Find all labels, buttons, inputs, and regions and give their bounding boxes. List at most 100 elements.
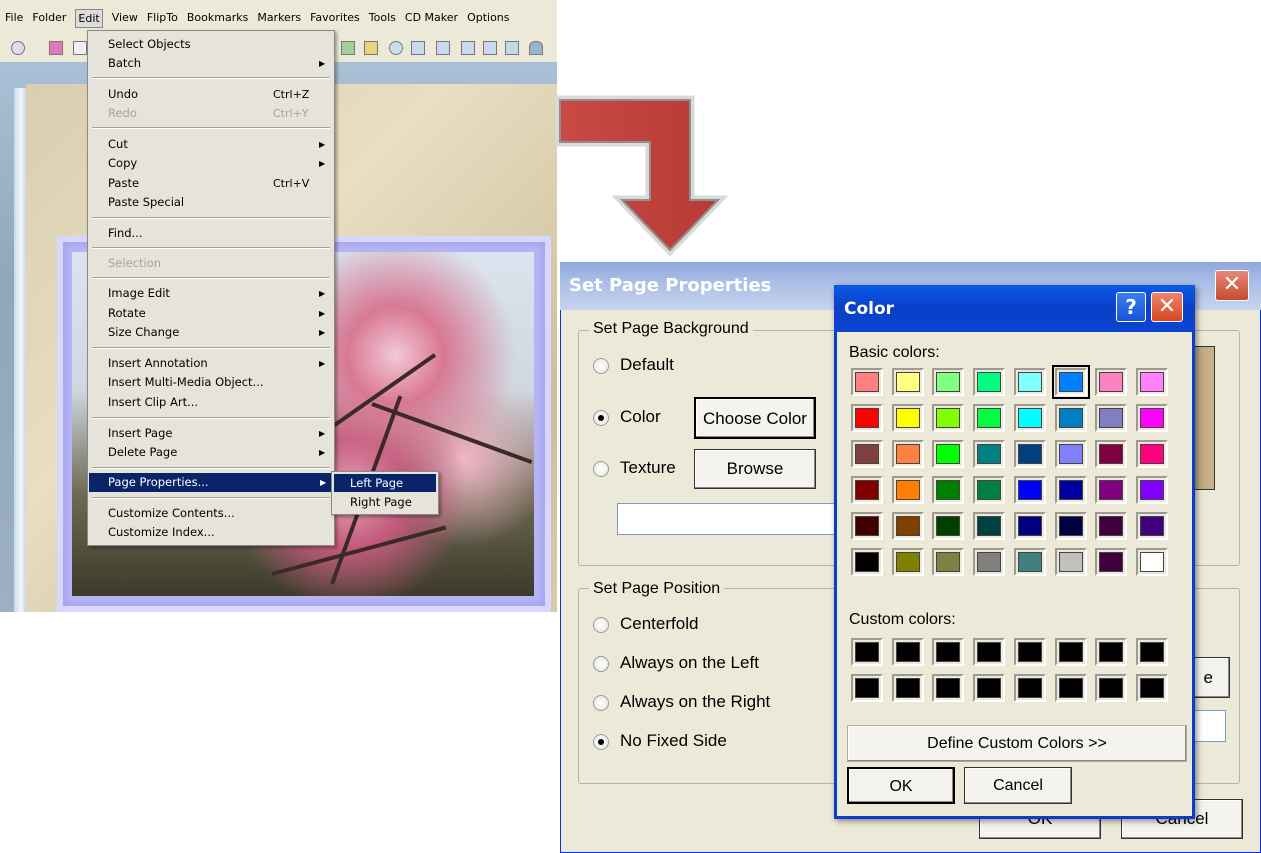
menu-options[interactable]: Options <box>467 11 509 24</box>
basic-color-swatch[interactable] <box>973 548 1006 576</box>
radio-no-fixed-side[interactable] <box>593 734 609 750</box>
menu-folder[interactable]: Folder <box>32 11 66 24</box>
toolbar-layout-icon[interactable] <box>483 41 497 55</box>
custom-color-swatch[interactable] <box>932 638 965 666</box>
color-ok-button[interactable]: OK <box>847 767 955 804</box>
toolbar-music-icon[interactable] <box>389 41 403 55</box>
toolbar-doc-icon[interactable] <box>73 41 87 55</box>
custom-color-swatch[interactable] <box>1095 674 1128 702</box>
toolbar-book-icon[interactable] <box>364 41 378 55</box>
basic-color-swatch[interactable] <box>1013 476 1046 504</box>
radio-texture[interactable] <box>593 461 609 477</box>
menu-tools[interactable]: Tools <box>369 11 396 24</box>
toolbar-frame-icon[interactable] <box>436 41 450 55</box>
basic-color-swatch[interactable] <box>932 476 965 504</box>
basic-color-swatch[interactable] <box>1013 440 1046 468</box>
menu-item-insert-page[interactable]: Insert Page <box>108 424 172 443</box>
color-cancel-button[interactable]: Cancel <box>964 767 1072 804</box>
custom-color-swatch[interactable] <box>891 638 924 666</box>
custom-color-swatch[interactable] <box>851 674 883 702</box>
menu-item-paste-special[interactable]: Paste Special <box>108 193 184 212</box>
menu-item-insert-clip-art[interactable]: Insert Clip Art... <box>108 393 198 412</box>
menu-file[interactable]: File <box>5 11 23 24</box>
basic-color-swatch[interactable] <box>1054 512 1087 540</box>
basic-color-swatch[interactable] <box>973 404 1006 432</box>
custom-color-swatch[interactable] <box>973 638 1006 666</box>
browse-button[interactable]: Browse <box>694 449 816 489</box>
menu-favorites[interactable]: Favorites <box>310 11 360 24</box>
menu-item-size-change[interactable]: Size Change <box>108 323 179 342</box>
toolbar-page-icon[interactable] <box>49 41 63 55</box>
menu-flipto[interactable]: FlipTo <box>147 11 178 24</box>
custom-color-swatch[interactable] <box>1135 638 1168 666</box>
choose-color-button[interactable]: Choose Color <box>694 397 816 439</box>
menu-markers[interactable]: Markers <box>257 11 301 24</box>
menu-item-rotate[interactable]: Rotate <box>108 304 146 323</box>
basic-color-swatch[interactable] <box>1054 404 1087 432</box>
menu-item-find[interactable]: Find... <box>108 224 143 243</box>
help-icon[interactable]: ? <box>1116 292 1146 322</box>
toolbar-tag-icon[interactable] <box>341 41 355 55</box>
radio-always-left[interactable] <box>593 656 609 672</box>
menu-item-customize-index[interactable]: Customize Index... <box>108 523 215 542</box>
submenu-item-left-page[interactable]: Left Page <box>350 474 403 492</box>
basic-color-swatch[interactable] <box>1135 440 1168 468</box>
basic-color-swatch[interactable] <box>932 368 965 396</box>
basic-color-swatch[interactable] <box>932 440 965 468</box>
basic-color-swatch[interactable] <box>851 368 883 396</box>
close-icon[interactable]: ✕ <box>1151 292 1183 322</box>
basic-color-swatch[interactable] <box>1095 476 1128 504</box>
basic-color-swatch[interactable] <box>891 512 924 540</box>
menu-item-select-objects[interactable]: Select Objects <box>108 35 191 54</box>
menu-item-page-properties[interactable]: Page Properties... <box>108 473 209 492</box>
basic-color-swatch[interactable] <box>1013 368 1046 396</box>
submenu-item-right-page[interactable]: Right Page <box>350 493 412 511</box>
basic-color-swatch[interactable] <box>1054 476 1087 504</box>
basic-color-swatch[interactable] <box>1095 404 1128 432</box>
menu-item-cut[interactable]: Cut <box>108 135 128 154</box>
menu-view[interactable]: View <box>112 11 138 24</box>
basic-color-swatch[interactable] <box>1051 365 1090 399</box>
basic-color-swatch[interactable] <box>1095 440 1128 468</box>
basic-color-swatch[interactable] <box>973 512 1006 540</box>
basic-color-swatch[interactable] <box>891 548 924 576</box>
basic-color-swatch[interactable] <box>1095 368 1128 396</box>
basic-color-swatch[interactable] <box>891 476 924 504</box>
basic-color-swatch[interactable] <box>973 476 1006 504</box>
toolbar-grid-icon[interactable] <box>505 41 519 55</box>
basic-color-swatch[interactable] <box>891 440 924 468</box>
basic-color-swatch[interactable] <box>1054 440 1087 468</box>
basic-color-swatch[interactable] <box>1135 368 1168 396</box>
menu-item-insert-multimedia[interactable]: Insert Multi-Media Object... <box>108 373 264 392</box>
menu-item-batch[interactable]: Batch <box>108 54 141 73</box>
menu-edit[interactable]: Edit <box>75 9 103 28</box>
custom-color-swatch[interactable] <box>1054 674 1087 702</box>
custom-color-swatch[interactable] <box>891 674 924 702</box>
basic-color-swatch[interactable] <box>891 404 924 432</box>
menu-item-paste[interactable]: Paste <box>108 174 139 193</box>
toolbar-window-icon[interactable] <box>411 41 425 55</box>
radio-color[interactable] <box>593 410 609 426</box>
radio-always-right[interactable] <box>593 695 609 711</box>
custom-color-swatch[interactable] <box>1095 638 1128 666</box>
custom-color-swatch[interactable] <box>1013 638 1046 666</box>
menu-item-insert-annotation[interactable]: Insert Annotation <box>108 354 208 373</box>
toolbar-circle-icon[interactable] <box>11 41 25 55</box>
texture-path-field[interactable] <box>617 503 837 535</box>
basic-color-swatch[interactable] <box>1135 512 1168 540</box>
basic-color-swatch[interactable] <box>1095 512 1128 540</box>
basic-color-swatch[interactable] <box>973 368 1006 396</box>
basic-color-swatch[interactable] <box>1054 548 1087 576</box>
basic-color-swatch[interactable] <box>1135 476 1168 504</box>
basic-color-swatch[interactable] <box>1013 404 1046 432</box>
menu-item-image-edit[interactable]: Image Edit <box>108 284 170 303</box>
basic-color-swatch[interactable] <box>1095 548 1128 576</box>
toolbar-list-icon[interactable] <box>461 41 475 55</box>
menu-item-copy[interactable]: Copy <box>108 154 137 173</box>
custom-color-swatch[interactable] <box>851 638 883 666</box>
basic-color-swatch[interactable] <box>851 440 883 468</box>
close-icon[interactable]: ✕ <box>1215 270 1249 301</box>
basic-color-swatch[interactable] <box>1135 404 1168 432</box>
basic-color-swatch[interactable] <box>1013 512 1046 540</box>
menu-cd-maker[interactable]: CD Maker <box>405 11 458 24</box>
